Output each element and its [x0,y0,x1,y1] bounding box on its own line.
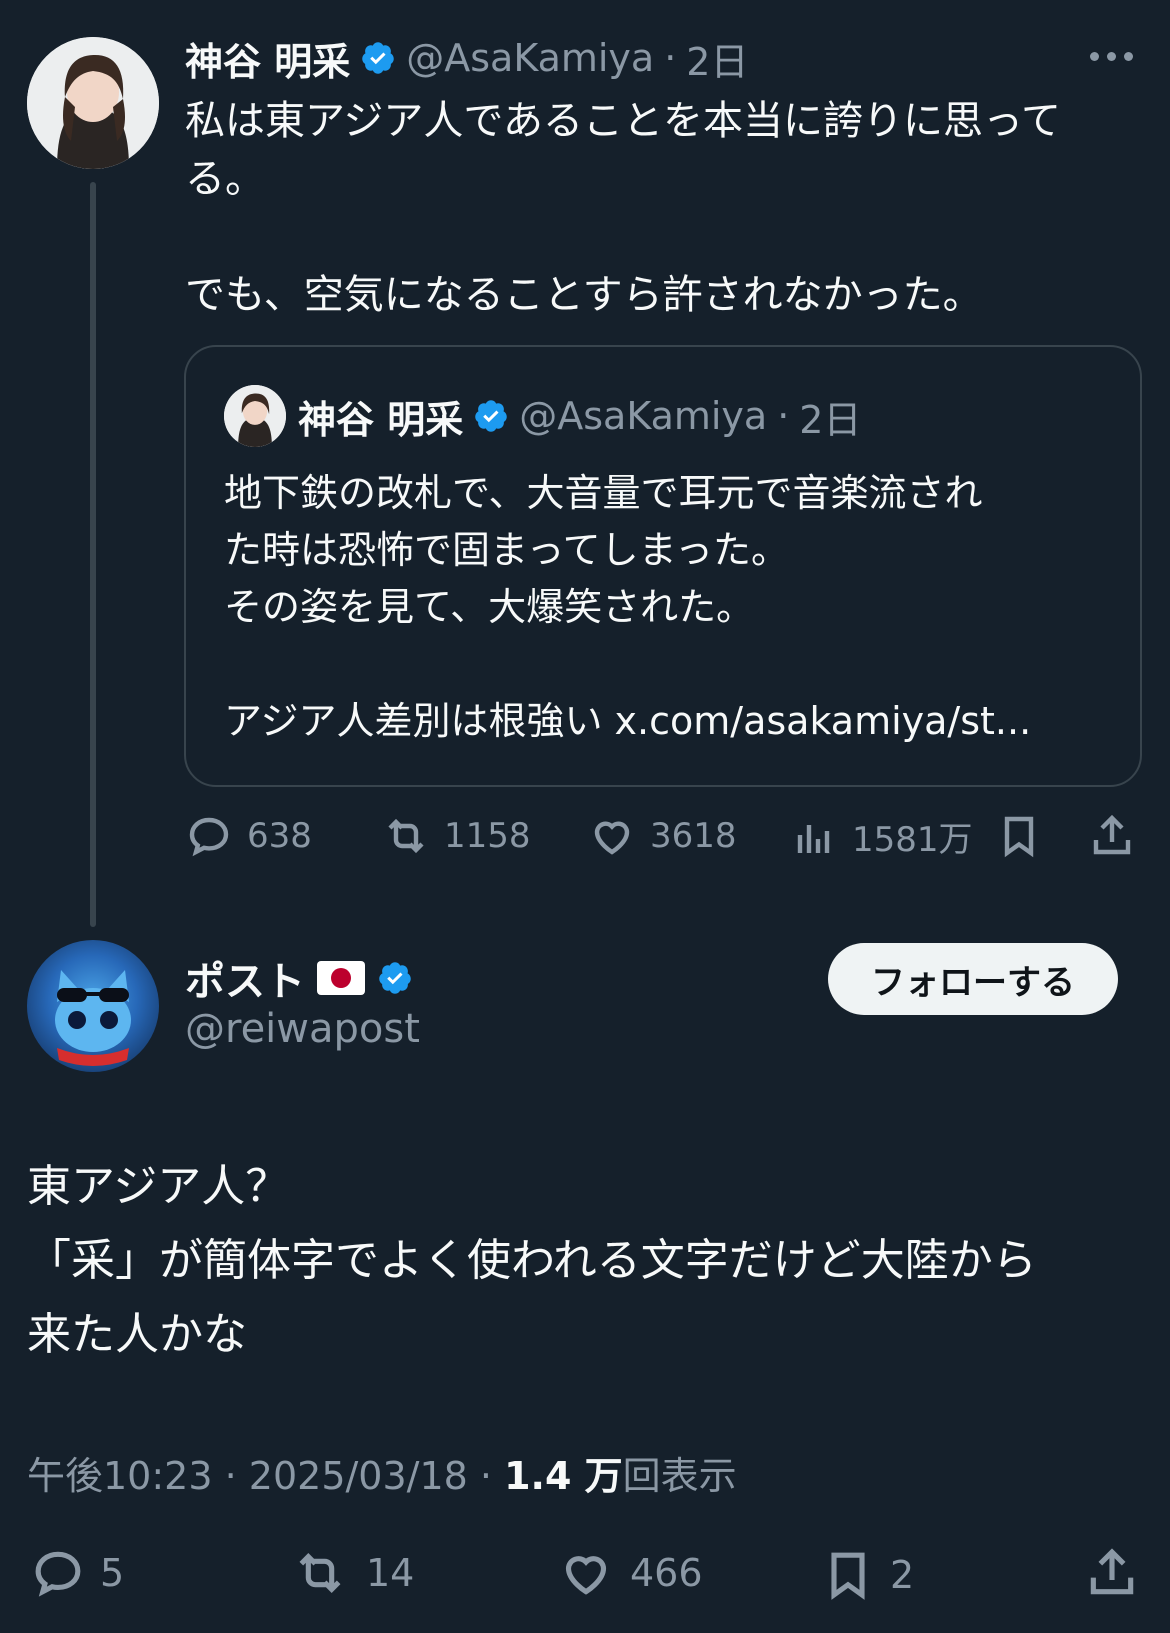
quote-tweet-text: 地下鉄の改札で、大音量で耳元で音楽流され た時は恐怖で固まってしまった。 その姿… [224,471,1032,743]
reply-like-count: 466 [630,1551,703,1595]
quote-author-name: 神谷 明采 [298,397,464,442]
reply-author-handle[interactable]: @reiwapost [185,1006,420,1052]
reply-icon [189,817,229,857]
reply-like-button[interactable]: 466 [556,1545,703,1601]
reply-share-button[interactable] [1084,1545,1140,1601]
parent-views-button[interactable]: 1581万 [790,812,973,861]
retweet-icon [388,818,424,854]
bookmark-icon [1004,816,1034,858]
reply-avatar[interactable] [27,940,159,1072]
tweet-time[interactable]: 午後10:23 [27,1454,213,1498]
parent-time-ago[interactable]: 2日 [686,31,748,86]
reply-retweet-count: 14 [366,1551,415,1595]
like-icon [594,821,630,855]
parent-retweet-count: 1158 [444,816,531,856]
separator-dot: · [777,394,790,438]
tweet-views-label: 回表示 [622,1454,737,1498]
share-icon [1093,814,1131,855]
retweet-icon [299,1553,341,1593]
tweet-date[interactable]: 2025/03/18 [249,1454,468,1498]
parent-retweet-button[interactable]: 1158 [382,812,531,860]
verified-icon [379,962,411,994]
parent-avatar-image [27,37,159,169]
follow-button[interactable]: フォローする [828,943,1118,1015]
parent-avatar[interactable] [27,37,159,169]
separator-dot: · [479,1454,493,1498]
tweet-meta-row: 午後10:23 · 2025/03/18 · 1.4 万回表示 [27,1445,737,1500]
separator-dot: · [664,36,677,80]
quote-time-ago: 2日 [799,397,862,442]
separator-dot: · [224,1454,237,1498]
verified-icon [362,42,394,74]
parent-author-handle[interactable]: @AsaKamiya [406,36,654,80]
more-icon[interactable] [1090,44,1140,68]
reply-bookmark-count: 2 [890,1553,915,1597]
reply-author-name[interactable]: ポスト [185,949,305,1007]
parent-like-count: 3618 [650,816,737,856]
reply-reply-count: 5 [100,1551,125,1595]
parent-views-count: 1581万 [852,820,973,860]
quote-author-handle: @AsaKamiya [519,394,768,438]
parent-reply-button[interactable]: 638 [185,812,312,860]
parent-reply-count: 638 [247,816,312,856]
reply-bookmark-button[interactable]: 2 [820,1545,914,1605]
japan-flag-icon [317,961,365,995]
quote-avatar [224,385,286,447]
reply-name-row: ポスト [185,950,413,1006]
parent-author-name[interactable]: 神谷 明采 [185,31,350,86]
quote-tweet-card[interactable]: 神谷 明采 @AsaKamiya · 2日 地下鉄の改札で、大音量で耳元で音楽流… [184,345,1142,787]
share-icon [1090,1548,1134,1595]
reply-reply-button[interactable]: 5 [30,1545,124,1601]
like-icon [565,1556,607,1595]
parent-bookmark-button[interactable] [995,812,1043,860]
bookmark-icon [831,1552,865,1600]
quote-tweet-header: 神谷 明采 @AsaKamiya · 2日 [298,385,861,447]
thread-line [90,182,96,927]
parent-like-button[interactable]: 3618 [588,812,737,860]
reply-icon [35,1551,81,1597]
parent-share-button[interactable] [1088,812,1136,860]
tweet-views-count[interactable]: 1.4 万 [504,1454,623,1498]
reply-retweet-button[interactable]: 14 [288,1545,414,1601]
views-icon [797,824,830,853]
reply-tweet-text: 東アジア人？ 「采」が簡体字でよく使われる文字だけど大陸から 来た人かな [27,1161,1037,1360]
cat-avatar-image [55,970,131,1066]
verified-icon [475,400,507,432]
parent-tweet-header: 神谷 明采 @AsaKamiya · 2日 [185,30,748,86]
quote-avatar-image [224,385,286,447]
parent-tweet-text: 私は東アジア人であることを本当に誇りに思って る。 でも、空気になることすら許さ… [185,98,1061,318]
